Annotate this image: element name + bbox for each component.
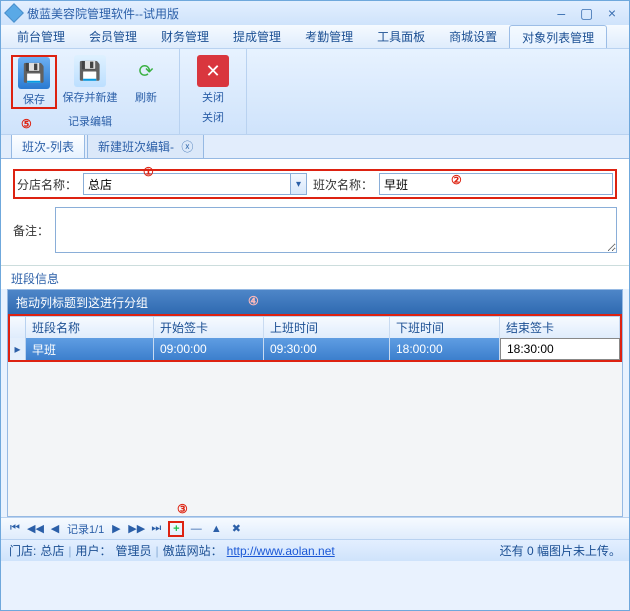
annotation-2: ②	[451, 173, 462, 187]
grid: 拖动列标题到这进行分组 ④ 班段名称 开始签卡 上班时间 下班时间 结束签卡 ▸…	[7, 289, 623, 517]
annotation-4: ④	[248, 294, 259, 308]
maximize-button[interactable]: ▢	[576, 5, 598, 22]
close-label: 关闭	[202, 89, 224, 105]
nav-next-page-button[interactable]: ▶▶	[128, 522, 144, 535]
cell-off-time[interactable]: 18:00:00	[390, 338, 500, 360]
status-site-link[interactable]: http://www.aolan.net	[227, 544, 335, 558]
tab-shift-list[interactable]: 班次-列表	[11, 134, 85, 158]
nav-last-button[interactable]: ⏭	[148, 522, 164, 535]
store-name-input[interactable]	[83, 173, 291, 195]
store-name-label: 分店名称：	[17, 176, 77, 193]
annotation-3: ③	[177, 502, 188, 516]
remark-input[interactable]	[55, 207, 617, 253]
table-row[interactable]: ▸ 早班 09:00:00 09:30:00 18:00:00 18:30:00	[10, 338, 620, 360]
menu-mall[interactable]: 商城设置	[437, 25, 509, 48]
close-icon: ✕	[197, 55, 229, 87]
refresh-button[interactable]: ⟳ 刷新	[123, 55, 169, 109]
refresh-label: 刷新	[135, 89, 157, 105]
menu-commission[interactable]: 提成管理	[221, 25, 293, 48]
status-upload-hint: 还有 0 幅图片未上传。	[500, 542, 621, 559]
status-user-value: 管理员	[116, 542, 152, 559]
status-store-label: 门店:	[9, 542, 36, 559]
store-name-dropdown[interactable]: ▾	[291, 173, 307, 195]
col-header-off-time[interactable]: 下班时间	[390, 317, 500, 338]
status-user-label: 用户：	[75, 542, 111, 559]
status-store-value: 总店	[40, 542, 64, 559]
ribbon: 💾 保存 💾 保存并新建 ⟳ 刷新 记录编辑 ✕ 关闭	[1, 49, 629, 135]
menu-attendance[interactable]: 考勤管理	[293, 25, 365, 48]
nav-add-button[interactable]: +	[168, 521, 184, 537]
menu-front-desk[interactable]: 前台管理	[5, 25, 77, 48]
nav-delete-button[interactable]: —	[188, 523, 204, 535]
close-window-button[interactable]: ×	[601, 5, 623, 21]
annotation-1: ①	[143, 165, 154, 179]
ribbon-group2-label: 关闭	[202, 109, 224, 125]
form-area: 分店名称： ▾ 班次名称： ① ② 备注：	[1, 159, 629, 266]
col-header-start-card[interactable]: 开始签卡	[154, 317, 264, 338]
shift-name-input[interactable]	[379, 173, 613, 195]
menu-members[interactable]: 会员管理	[77, 25, 149, 48]
minimize-button[interactable]: –	[550, 5, 572, 21]
status-site-label: 傲蓝网站：	[163, 542, 223, 559]
savenew-label: 保存并新建	[63, 89, 118, 105]
grid-header: 班段名称 开始签卡 上班时间 下班时间 结束签卡	[10, 316, 620, 338]
nav-first-button[interactable]: ⏮	[7, 522, 23, 535]
window-title: 傲蓝美容院管理软件--试用版	[27, 5, 550, 22]
close-button[interactable]: ✕ 关闭	[190, 55, 236, 105]
grid-group-bar[interactable]: 拖动列标题到这进行分组	[8, 290, 622, 314]
nav-up-button[interactable]: ▲	[208, 523, 224, 535]
menu-bar: 前台管理 会员管理 财务管理 提成管理 考勤管理 工具面板 商城设置 对象列表管…	[1, 25, 629, 49]
cell-name[interactable]: 早班	[26, 338, 154, 360]
col-header-end-card[interactable]: 结束签卡	[500, 317, 620, 338]
save-button[interactable]: 💾 保存	[11, 55, 57, 109]
tab-new-shift-edit[interactable]: 新建班次编辑- ⓧ	[87, 134, 204, 158]
col-header-on-time[interactable]: 上班时间	[264, 317, 390, 338]
menu-finance[interactable]: 财务管理	[149, 25, 221, 48]
col-header-name[interactable]: 班段名称	[26, 317, 154, 338]
shift-name-label: 班次名称：	[313, 176, 373, 193]
save-icon: 💾	[18, 57, 50, 89]
save-new-icon: 💾	[74, 55, 106, 87]
title-bar: 傲蓝美容院管理软件--试用版 – ▢ ×	[1, 1, 629, 25]
cell-start-card[interactable]: 09:00:00	[154, 338, 264, 360]
app-logo	[4, 3, 24, 23]
status-bar: 门店: 总店 | 用户： 管理员 | 傲蓝网站： http://www.aola…	[1, 539, 629, 561]
cell-on-time[interactable]: 09:30:00	[264, 338, 390, 360]
refresh-icon: ⟳	[130, 55, 162, 87]
menu-object-list[interactable]: 对象列表管理	[509, 25, 607, 48]
row-indicator-icon: ▸	[10, 338, 26, 360]
grid-empty-area	[8, 362, 622, 516]
menu-tools[interactable]: 工具面板	[365, 25, 437, 48]
save-and-new-button[interactable]: 💾 保存并新建	[67, 55, 113, 109]
nav-next-button[interactable]: ▶	[108, 522, 124, 535]
tab-close-icon[interactable]: ⓧ	[181, 140, 193, 154]
nav-prev-page-button[interactable]: ◀◀	[27, 522, 43, 535]
nav-prev-button[interactable]: ◀	[47, 522, 63, 535]
cell-end-card-editor[interactable]: 18:30:00	[500, 338, 620, 360]
save-label: 保存	[23, 91, 45, 107]
remark-label: 备注：	[13, 222, 49, 239]
section-title: 班段信息	[1, 266, 629, 289]
record-navigator: ⏮ ◀◀ ◀ 记录1/1 ▶ ▶▶ ⏭ + — ▲ ✖ ③	[1, 517, 629, 539]
annotation-5: ⑤	[21, 117, 32, 131]
secondary-tabs: 班次-列表 新建班次编辑- ⓧ	[1, 135, 629, 159]
ribbon-group1-label: 记录编辑	[68, 113, 112, 129]
nav-record-indicator: 记录1/1	[67, 521, 104, 537]
nav-cancel-button[interactable]: ✖	[228, 522, 244, 535]
